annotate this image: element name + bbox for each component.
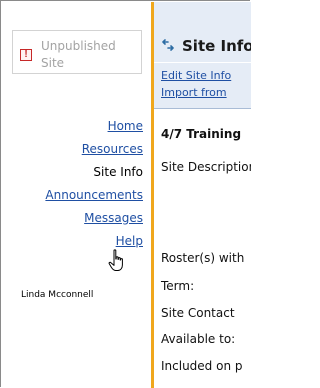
import-from-link[interactable]: Import from bbox=[161, 86, 227, 100]
site-name-heading: 4/7 Training bbox=[161, 127, 242, 141]
available-to-label: Available to: bbox=[161, 332, 236, 346]
unpublished-site-label: Unpublished Site bbox=[41, 39, 116, 70]
nav-link-messages[interactable]: Messages bbox=[45, 207, 143, 230]
nav-link-home[interactable]: Home bbox=[45, 115, 143, 138]
warning-icon: ! bbox=[20, 49, 32, 61]
site-contact-label: Site Contact bbox=[161, 306, 235, 320]
site-navigation: Home Resources Site Info Announcements M… bbox=[45, 115, 143, 253]
hand-pointer-cursor-icon bbox=[108, 249, 123, 271]
included-on-label: Included on p bbox=[161, 359, 243, 373]
roster-label: Roster(s) with bbox=[161, 251, 245, 265]
left-sidebar: ! Unpublished Site Home Resources Site I… bbox=[2, 2, 150, 387]
tool-title-bar: Site Info bbox=[154, 2, 251, 62]
edit-site-info-link[interactable]: Edit Site Info bbox=[161, 69, 231, 83]
user-display-name: Linda Mcconnell bbox=[21, 290, 94, 300]
nav-link-resources[interactable]: Resources bbox=[45, 138, 143, 161]
site-description-label: Site Description bbox=[161, 160, 251, 174]
nav-link-help[interactable]: Help bbox=[45, 230, 143, 253]
page-title: Site Info bbox=[182, 37, 251, 55]
wrench-icon bbox=[162, 39, 174, 51]
nav-link-announcements[interactable]: Announcements bbox=[45, 184, 143, 207]
app-frame: ! Unpublished Site Home Resources Site I… bbox=[0, 0, 251, 388]
unpublished-site-notice: ! Unpublished Site bbox=[12, 30, 142, 74]
action-bar: Edit Site Info Import from bbox=[154, 63, 251, 109]
nav-item-site-info-current: Site Info bbox=[93, 165, 143, 179]
main-content: Site Info Edit Site Info Import from 4/7… bbox=[154, 2, 251, 388]
term-label: Term: bbox=[161, 279, 195, 293]
